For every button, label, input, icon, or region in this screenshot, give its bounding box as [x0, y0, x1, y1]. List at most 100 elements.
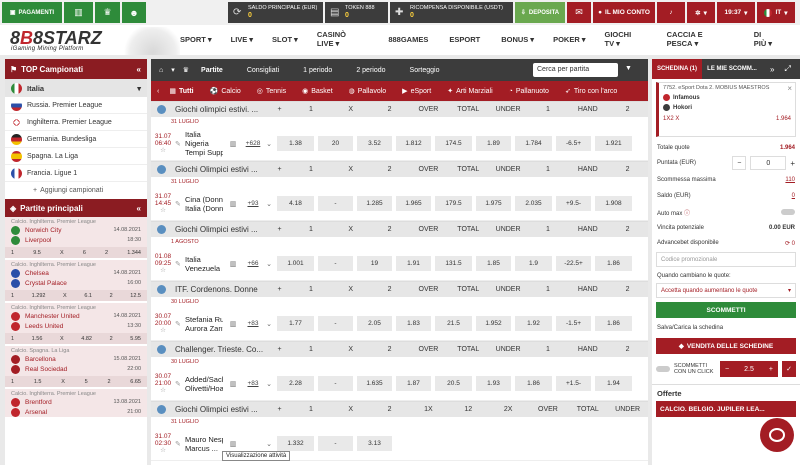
collapse-icon[interactable]: « [137, 65, 141, 74]
messages-button[interactable]: ✉ [567, 2, 591, 23]
odd-cell[interactable]: -6.5+ [556, 136, 591, 151]
expand-plus-icon[interactable]: + [269, 406, 291, 413]
star-icon[interactable]: ☆ [151, 147, 175, 154]
promo-code-input[interactable]: Codice promozionale [656, 252, 796, 267]
minus-icon[interactable]: − [725, 366, 729, 373]
odd-value[interactable]: 9.5 [33, 250, 41, 256]
balance-display[interactable]: ⟳ SALDO PRINCIPALE (EUR) 0 [228, 2, 323, 23]
chevron-right-icon[interactable]: » [770, 65, 774, 74]
league-item[interactable]: Francia. Ligue 1 [5, 165, 147, 182]
nav-item-3[interactable]: CASINÒ LIVE ▾ [317, 30, 370, 48]
pin-icon[interactable]: ✎ [175, 140, 185, 148]
sport-tab-0[interactable]: ▦ Tutti [169, 87, 193, 96]
odd-cell[interactable]: 1.975 [476, 196, 511, 211]
odd-cell[interactable]: 131.5 [435, 256, 472, 271]
search-input[interactable]: Cerca per partita [533, 63, 618, 77]
league-item[interactable]: Russia. Premier League [5, 97, 147, 114]
match-card[interactable]: Calcio. Spagna. La Liga Barcellona 15.08.2… [5, 346, 147, 389]
odd-value[interactable]: 12.5 [130, 293, 141, 299]
chat-button[interactable] [760, 418, 794, 452]
stake-plus-button[interactable]: + [790, 159, 795, 168]
expand-plus-icon[interactable]: + [269, 166, 291, 173]
country-selector[interactable]: Italia ▾ [5, 79, 147, 97]
chevron-down-icon[interactable]: ⌄ [263, 440, 275, 448]
odd-cell[interactable]: 20 [318, 136, 353, 151]
pin-icon[interactable]: ✎ [175, 260, 185, 268]
chevron-down-icon[interactable]: ⌄ [263, 260, 275, 268]
results-button[interactable]: ♛ [95, 2, 120, 23]
stats-icon[interactable]: ▥ [223, 380, 243, 388]
odd-cell[interactable]: 1.921 [595, 136, 632, 151]
odd-value[interactable]: 6.1 [84, 293, 92, 299]
tab-betslip[interactable]: SCHEDINA (1) [652, 59, 702, 79]
expand-plus-icon[interactable]: + [269, 286, 291, 293]
odd-cell[interactable]: 1.285 [357, 196, 392, 211]
odd-cell[interactable]: 2.05 [357, 316, 392, 331]
sport-tab-3[interactable]: ◉ Basket [302, 87, 333, 96]
stats-icon[interactable]: ▥ [223, 260, 243, 268]
match-card[interactable]: Calcio. Inghilterra. Premier League Chels… [5, 260, 147, 303]
stake-minus-button[interactable]: − [732, 156, 747, 170]
odd-cell[interactable]: 1.93 [476, 376, 511, 391]
deposit-button[interactable]: ⇩ DEPOSITA [515, 2, 565, 23]
reward-display[interactable]: ✚ RICOMPENSA DISPONIBILE (USDT) 0 [390, 2, 513, 23]
odd-cell[interactable]: 1.87 [396, 376, 431, 391]
odd-cell[interactable]: 1.001 [277, 256, 314, 271]
nav-item-8[interactable]: GIOCHI TV ▾ [605, 30, 648, 48]
star-icon[interactable]: ☆ [151, 327, 175, 334]
match-row[interactable]: 31.0714:45☆✎Cina (Donne)Italia (Donne)▥+… [151, 187, 648, 221]
save-slip-link[interactable]: Salva/Carica la schedina [657, 325, 723, 331]
more-bets-count[interactable]: +93 [243, 200, 263, 207]
odd-value[interactable]: 1.344 [127, 250, 141, 256]
odd-cell[interactable]: 20.5 [435, 376, 472, 391]
stats-icon[interactable]: ▥ [223, 200, 243, 208]
more-bets-count[interactable]: +83 [243, 320, 263, 327]
group-header[interactable]: Giochi Olimpici estivi ... +1 X 2 OVER TOTAL U… [151, 221, 648, 237]
odd-cell[interactable]: 179.5 [435, 196, 472, 211]
odds-change-select[interactable]: Accetta quando aumentano le quote ▾ [656, 283, 796, 298]
sell-slip-button[interactable]: ◆ VENDITA DELLE SCHEDINE [656, 338, 796, 354]
sport-tab-1[interactable]: ⚽ Calcio [210, 87, 241, 96]
odd-value[interactable]: 6 [83, 250, 86, 256]
filter-icon[interactable]: ▼ [625, 65, 632, 72]
sport-tab-6[interactable]: ✦ Arti Marziali [447, 87, 492, 96]
odd-cell[interactable]: -22.5+ [556, 256, 591, 271]
chevron-down-icon[interactable]: ⌄ [263, 200, 275, 208]
stats-icon[interactable]: ▥ [223, 440, 243, 448]
match-row[interactable]: 31.0706:40☆✎ItaliaNigeriaTempi Supple...… [151, 127, 648, 161]
offers-header[interactable]: Offerte [657, 389, 682, 398]
odd-cell[interactable]: 1.92 [515, 316, 552, 331]
max-bet-value[interactable]: 110 [785, 177, 795, 183]
stats-icon[interactable]: ▥ [223, 140, 243, 148]
odd-cell[interactable]: 19 [357, 256, 392, 271]
odd-cell[interactable]: 1.952 [476, 316, 511, 331]
odd-cell[interactable]: 1.77 [277, 316, 314, 331]
home-icon[interactable]: ⌂ [159, 67, 163, 74]
tab-2[interactable]: 1 periodo [303, 67, 332, 74]
odd-cell[interactable]: +9.5- [556, 196, 591, 211]
match-row[interactable]: 30.0720:00☆✎Stefania RubiniAurora Zanted… [151, 307, 648, 341]
oneclick-toggle[interactable] [656, 366, 670, 372]
odd-value[interactable]: 6.65 [130, 379, 141, 385]
chevron-down-icon[interactable]: ⌄ [263, 380, 275, 388]
odd-cell[interactable]: 2.28 [277, 376, 314, 391]
match-card[interactable]: Calcio. Inghilterra. Premier League Brent… [5, 389, 147, 419]
sport-tab-2[interactable]: ◎ Tennis [257, 87, 286, 96]
nav-item-10[interactable]: DI PIÙ ▾ [754, 30, 781, 48]
tab-0[interactable]: Partite [201, 67, 223, 74]
match-card[interactable]: Calcio. Inghilterra. Premier League Manch… [5, 303, 147, 346]
odd-cell[interactable]: 1.85 [476, 256, 511, 271]
more-bets-count[interactable]: +83 [243, 380, 263, 387]
odd-cell[interactable]: +1.5- [556, 376, 591, 391]
automax-toggle[interactable] [781, 209, 795, 215]
nav-item-1[interactable]: LIVE ▾ [231, 35, 253, 44]
odd-value[interactable]: 5 [85, 379, 88, 385]
refresh-icon[interactable]: ⟳ [785, 241, 790, 247]
odd-cell[interactable]: 1.635 [357, 376, 392, 391]
trophy-icon[interactable]: ♛ [183, 66, 189, 74]
payments-button[interactable]: ▣ PAGAMENTI [2, 2, 62, 23]
group-header[interactable]: Giochi Olimpici estivi ... +1 X 2 OVER TOTAL U… [151, 161, 648, 177]
plus-icon[interactable]: + [769, 366, 773, 373]
collapse-icon[interactable]: « [137, 204, 141, 213]
group-header[interactable]: Giochi Olimpici estivi ... +1 X 2 1X 12 2X OVER… [151, 401, 648, 417]
